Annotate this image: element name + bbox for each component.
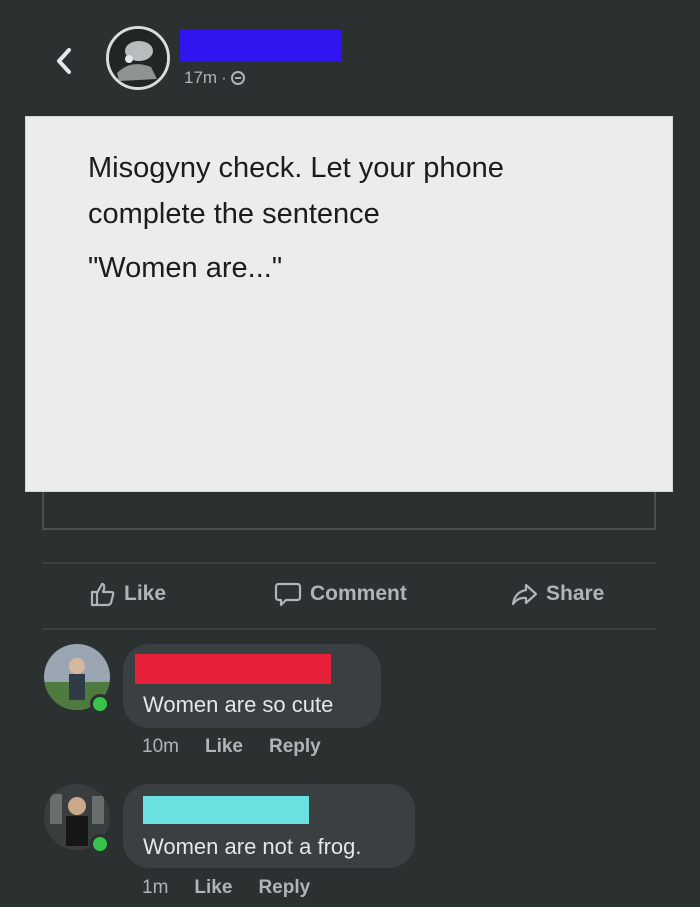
like-label: Like	[124, 582, 167, 605]
divider-bottom	[42, 628, 656, 630]
share-button[interactable]: Share	[510, 580, 604, 608]
post-time: 17m	[184, 68, 218, 87]
comment-meta: 1m Like Reply	[142, 877, 310, 899]
comment-meta: 10m Like Reply	[142, 736, 321, 758]
comment-bubble[interactable]: Women are so cute	[123, 644, 381, 728]
chevron-left-icon	[57, 48, 71, 74]
avatar-image	[109, 29, 167, 87]
commenter-name-redaction	[135, 654, 331, 684]
author-name-redaction	[180, 30, 341, 62]
comment-text: Women are not a frog.	[143, 834, 362, 859]
post-text-line-1: Misogyny check. Let your phone	[88, 152, 504, 184]
comment-label: Comment	[310, 582, 407, 605]
globe-icon	[230, 71, 245, 85]
back-button[interactable]	[50, 42, 78, 78]
comment-time: 10m	[142, 736, 179, 757]
comment-reply-button[interactable]: Reply	[258, 877, 310, 899]
share-label: Share	[546, 582, 605, 605]
comment-icon	[274, 582, 302, 607]
comment-button[interactable]: Comment	[274, 580, 407, 608]
share-icon	[511, 583, 538, 606]
like-button[interactable]: Like	[88, 580, 166, 608]
post-image-card[interactable]: Misogyny check. Let your phone complete …	[25, 116, 673, 492]
post-actions: Like Comment Share	[42, 572, 656, 622]
commenter-name-redaction	[143, 796, 309, 824]
divider-top	[42, 562, 656, 564]
comment-like-button[interactable]: Like	[194, 877, 232, 899]
author-avatar[interactable]	[106, 26, 170, 90]
thumbs-up-icon	[90, 582, 115, 607]
comment-like-button[interactable]: Like	[205, 736, 243, 758]
comment-1: Women are so cute 10m Like Reply	[0, 640, 700, 770]
comment-bubble[interactable]: Women are not a frog.	[123, 784, 415, 868]
comment-text: Women are so cute	[143, 692, 334, 717]
comment-reply-button[interactable]: Reply	[269, 736, 321, 758]
comment-time: 1m	[142, 877, 169, 898]
comment-2: Women are not a frog. 1m Like Reply	[0, 780, 700, 907]
post-meta: 17m ·	[184, 68, 245, 88]
online-status-dot	[90, 834, 110, 854]
post-quote: "Women are..."	[88, 252, 283, 284]
meta-separator: ·	[221, 68, 227, 87]
post-header: 17m ·	[0, 0, 700, 110]
online-status-dot	[90, 694, 110, 714]
post-text-line-2: complete the sentence	[88, 198, 380, 230]
